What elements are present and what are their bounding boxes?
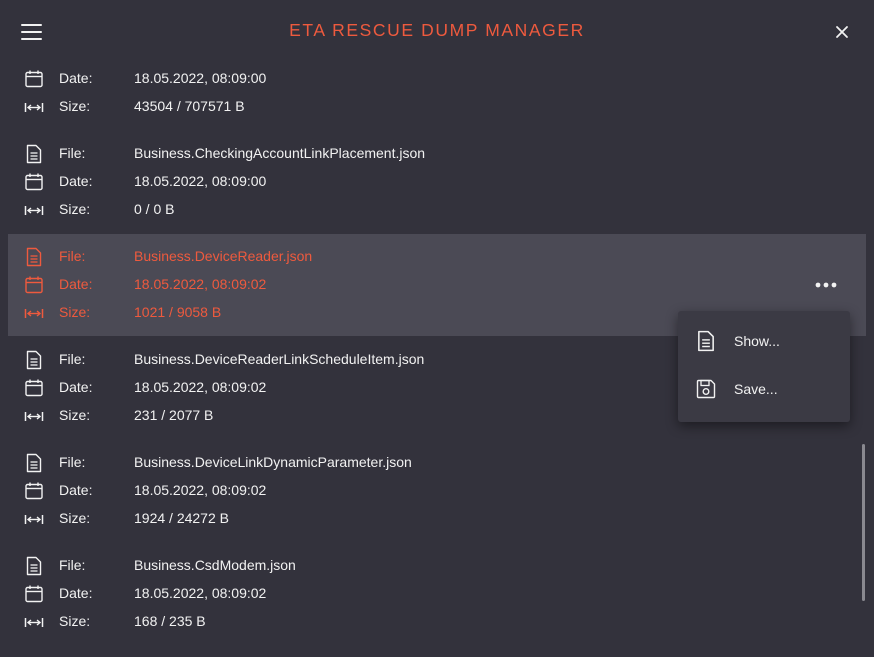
document-icon [24,453,44,473]
date-label: Date: [59,482,93,498]
date-label: Date: [59,276,93,292]
date-label: Date: [59,585,93,601]
size-row: Size: 43504 / 707571 B [8,92,708,120]
file-label: File: [59,454,86,470]
date-row: Date: 18.05.2022, 08:09:02 [8,270,708,298]
file-row: File: Business.DeviceLinkDynamicParamete… [8,448,708,476]
list-item[interactable]: File: Business.CheckingAccountLinkPlacem… [8,131,866,229]
size-row: Size: 168 / 235 B [8,607,708,635]
size-label: Size: [59,510,91,526]
document-icon [24,144,44,164]
calendar-icon [24,172,44,192]
show-menu-item[interactable]: Show... [678,319,850,363]
file-label: File: [59,351,86,367]
list-item[interactable]: File: Business.DeviceLinkDynamicParamete… [8,440,866,538]
app-header: ETA RESCUE DUMP MANAGER [0,0,874,62]
size-label: Size: [59,407,91,423]
date-value: 18.05.2022, 08:09:02 [134,585,267,601]
file-row: File: Business.DeviceReader.json [8,242,708,270]
size-label: Size: [59,201,91,217]
size-value: 1021 / 9058 B [134,304,222,320]
size-label: Size: [59,304,91,320]
width-arrows-icon [24,406,44,426]
date-value: 18.05.2022, 08:09:02 [134,379,267,395]
file-name: Business.DeviceReader.json [134,248,313,264]
file-row: File: Business.DeviceReaderLinkScheduleI… [8,345,708,373]
file-name: Business.CheckingAccountLinkPlacement.js… [134,145,426,161]
file-name: Business.DeviceLinkDynamicParameter.json [134,454,412,470]
width-arrows-icon [24,303,44,323]
file-label: File: [59,557,86,573]
more-options-icon[interactable] [812,272,840,298]
date-value: 18.05.2022, 08:09:02 [134,276,267,292]
calendar-icon [24,275,44,295]
date-row: Date: 18.05.2022, 08:09:00 [8,64,708,92]
date-label: Date: [59,173,93,189]
file-row: File: Business.CheckingAccountLinkPlacem… [8,139,708,167]
file-row: File: Business.CsdModem.json [8,551,708,579]
date-label: Date: [59,70,93,86]
document-icon [24,556,44,576]
size-row: Size: 1021 / 9058 B [8,298,708,326]
width-arrows-icon [24,509,44,529]
file-label: File: [59,248,86,264]
date-row: Date: 18.05.2022, 08:09:02 [8,579,708,607]
document-icon [24,350,44,370]
size-value: 43504 / 707571 B [134,98,245,114]
size-label: Size: [59,613,91,629]
page-title: ETA RESCUE DUMP MANAGER [289,20,585,40]
date-value: 18.05.2022, 08:09:00 [134,173,267,189]
calendar-icon [24,378,44,398]
save-menu-label: Save... [734,381,778,397]
width-arrows-icon [24,612,44,632]
file-name: Business.DeviceReaderLinkScheduleItem.js… [134,351,425,367]
size-value: 0 / 0 B [134,201,175,217]
size-row: Size: 0 / 0 B [8,195,708,223]
size-value: 231 / 2077 B [134,407,214,423]
date-row: Date: 18.05.2022, 08:09:00 [8,167,708,195]
size-row: Size: 1924 / 24272 B [8,504,708,532]
floppy-disk-icon [695,378,717,400]
width-arrows-icon [24,200,44,220]
size-label: Size: [59,98,91,114]
date-value: 18.05.2022, 08:09:02 [134,482,267,498]
show-menu-label: Show... [734,333,780,349]
calendar-icon [24,481,44,501]
size-row: Size: 231 / 2077 B [8,401,708,429]
close-icon[interactable] [831,21,853,43]
save-menu-item[interactable]: Save... [678,367,850,411]
scrollbar-thumb[interactable] [862,444,865,601]
width-arrows-icon [24,97,44,117]
date-label: Date: [59,379,93,395]
document-icon [695,330,717,352]
document-icon [24,247,44,267]
context-menu: Show... Save... [678,311,850,422]
date-value: 18.05.2022, 08:09:00 [134,70,267,86]
size-value: 168 / 235 B [134,613,206,629]
list-item[interactable]: Date: 18.05.2022, 08:09:00 Size: 43504 /… [8,64,866,120]
calendar-icon [24,584,44,604]
file-label: File: [59,145,86,161]
date-row: Date: 18.05.2022, 08:09:02 [8,373,708,401]
date-row: Date: 18.05.2022, 08:09:02 [8,476,708,504]
size-value: 1924 / 24272 B [134,510,229,526]
list-item[interactable]: File: Business.CsdModem.json Date: 18.05… [8,543,866,641]
calendar-icon [24,69,44,89]
file-name: Business.CsdModem.json [134,557,296,573]
